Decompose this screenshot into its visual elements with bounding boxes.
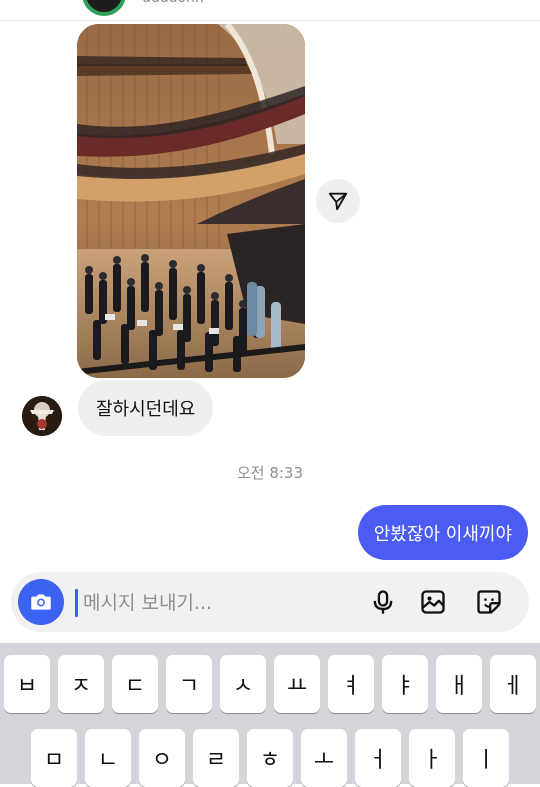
microphone-button[interactable] <box>366 585 400 619</box>
key[interactable]: ㅓ <box>355 729 401 787</box>
key[interactable]: ㅂ <box>4 655 50 713</box>
header-username[interactable]: uuuuonn <box>142 0 204 6</box>
key[interactable]: ㅈ <box>58 655 104 713</box>
image-icon <box>421 590 445 614</box>
microphone-icon <box>373 590 393 614</box>
received-message-text: 잘하시던데요 <box>96 399 196 420</box>
sticker-button[interactable] <box>472 585 506 619</box>
key[interactable]: ㅔ <box>490 655 536 713</box>
key[interactable]: ㅇ <box>139 729 185 787</box>
key[interactable]: ㅎ <box>247 729 293 787</box>
keyboard: ㅂ ㅈ ㄷ ㄱ ㅅ ㅛ ㅕ ㅑ ㅐ ㅔ ㅁ ㄴ ㅇ ㄹ ㅎ ㅗ ㅓ ㅏ ㅣ <box>0 643 540 787</box>
key[interactable]: ㅐ <box>436 655 482 713</box>
key[interactable]: ㄴ <box>85 729 131 787</box>
key[interactable]: ㅁ <box>31 729 77 787</box>
avatar-image <box>22 396 62 436</box>
key[interactable]: ㅣ <box>463 729 509 787</box>
share-button[interactable] <box>316 179 360 223</box>
message-timestamp: 오전 8:33 <box>236 464 304 482</box>
sent-message-text: 안봤잖아 이새끼야 <box>373 523 512 545</box>
message-composer <box>11 572 529 632</box>
concert-hall-image <box>77 24 305 378</box>
header-avatar[interactable] <box>82 0 126 16</box>
sent-message[interactable]: 안봤잖아 이새끼야 <box>357 505 528 560</box>
camera-button[interactable] <box>18 579 64 625</box>
chat-header: uuuuonn <box>0 0 540 21</box>
key[interactable]: ㅗ <box>301 729 347 787</box>
shared-photo[interactable] <box>77 24 305 378</box>
key[interactable]: ㅏ <box>409 729 455 787</box>
camera-icon <box>31 594 51 610</box>
sender-avatar[interactable] <box>22 396 62 436</box>
received-message[interactable]: 잘하시던데요 <box>78 380 214 436</box>
gallery-button[interactable] <box>416 585 450 619</box>
message-input[interactable] <box>81 586 355 620</box>
key[interactable]: ㅅ <box>220 655 266 713</box>
key[interactable]: ㄹ <box>193 729 239 787</box>
paper-plane-icon <box>328 192 348 211</box>
key[interactable]: ㅛ <box>274 655 320 713</box>
text-cursor <box>75 589 78 617</box>
key[interactable]: ㄷ <box>112 655 158 713</box>
key[interactable]: ㄱ <box>166 655 212 713</box>
sticker-icon <box>477 590 501 614</box>
key[interactable]: ㅕ <box>328 655 374 713</box>
key[interactable]: ㅑ <box>382 655 428 713</box>
